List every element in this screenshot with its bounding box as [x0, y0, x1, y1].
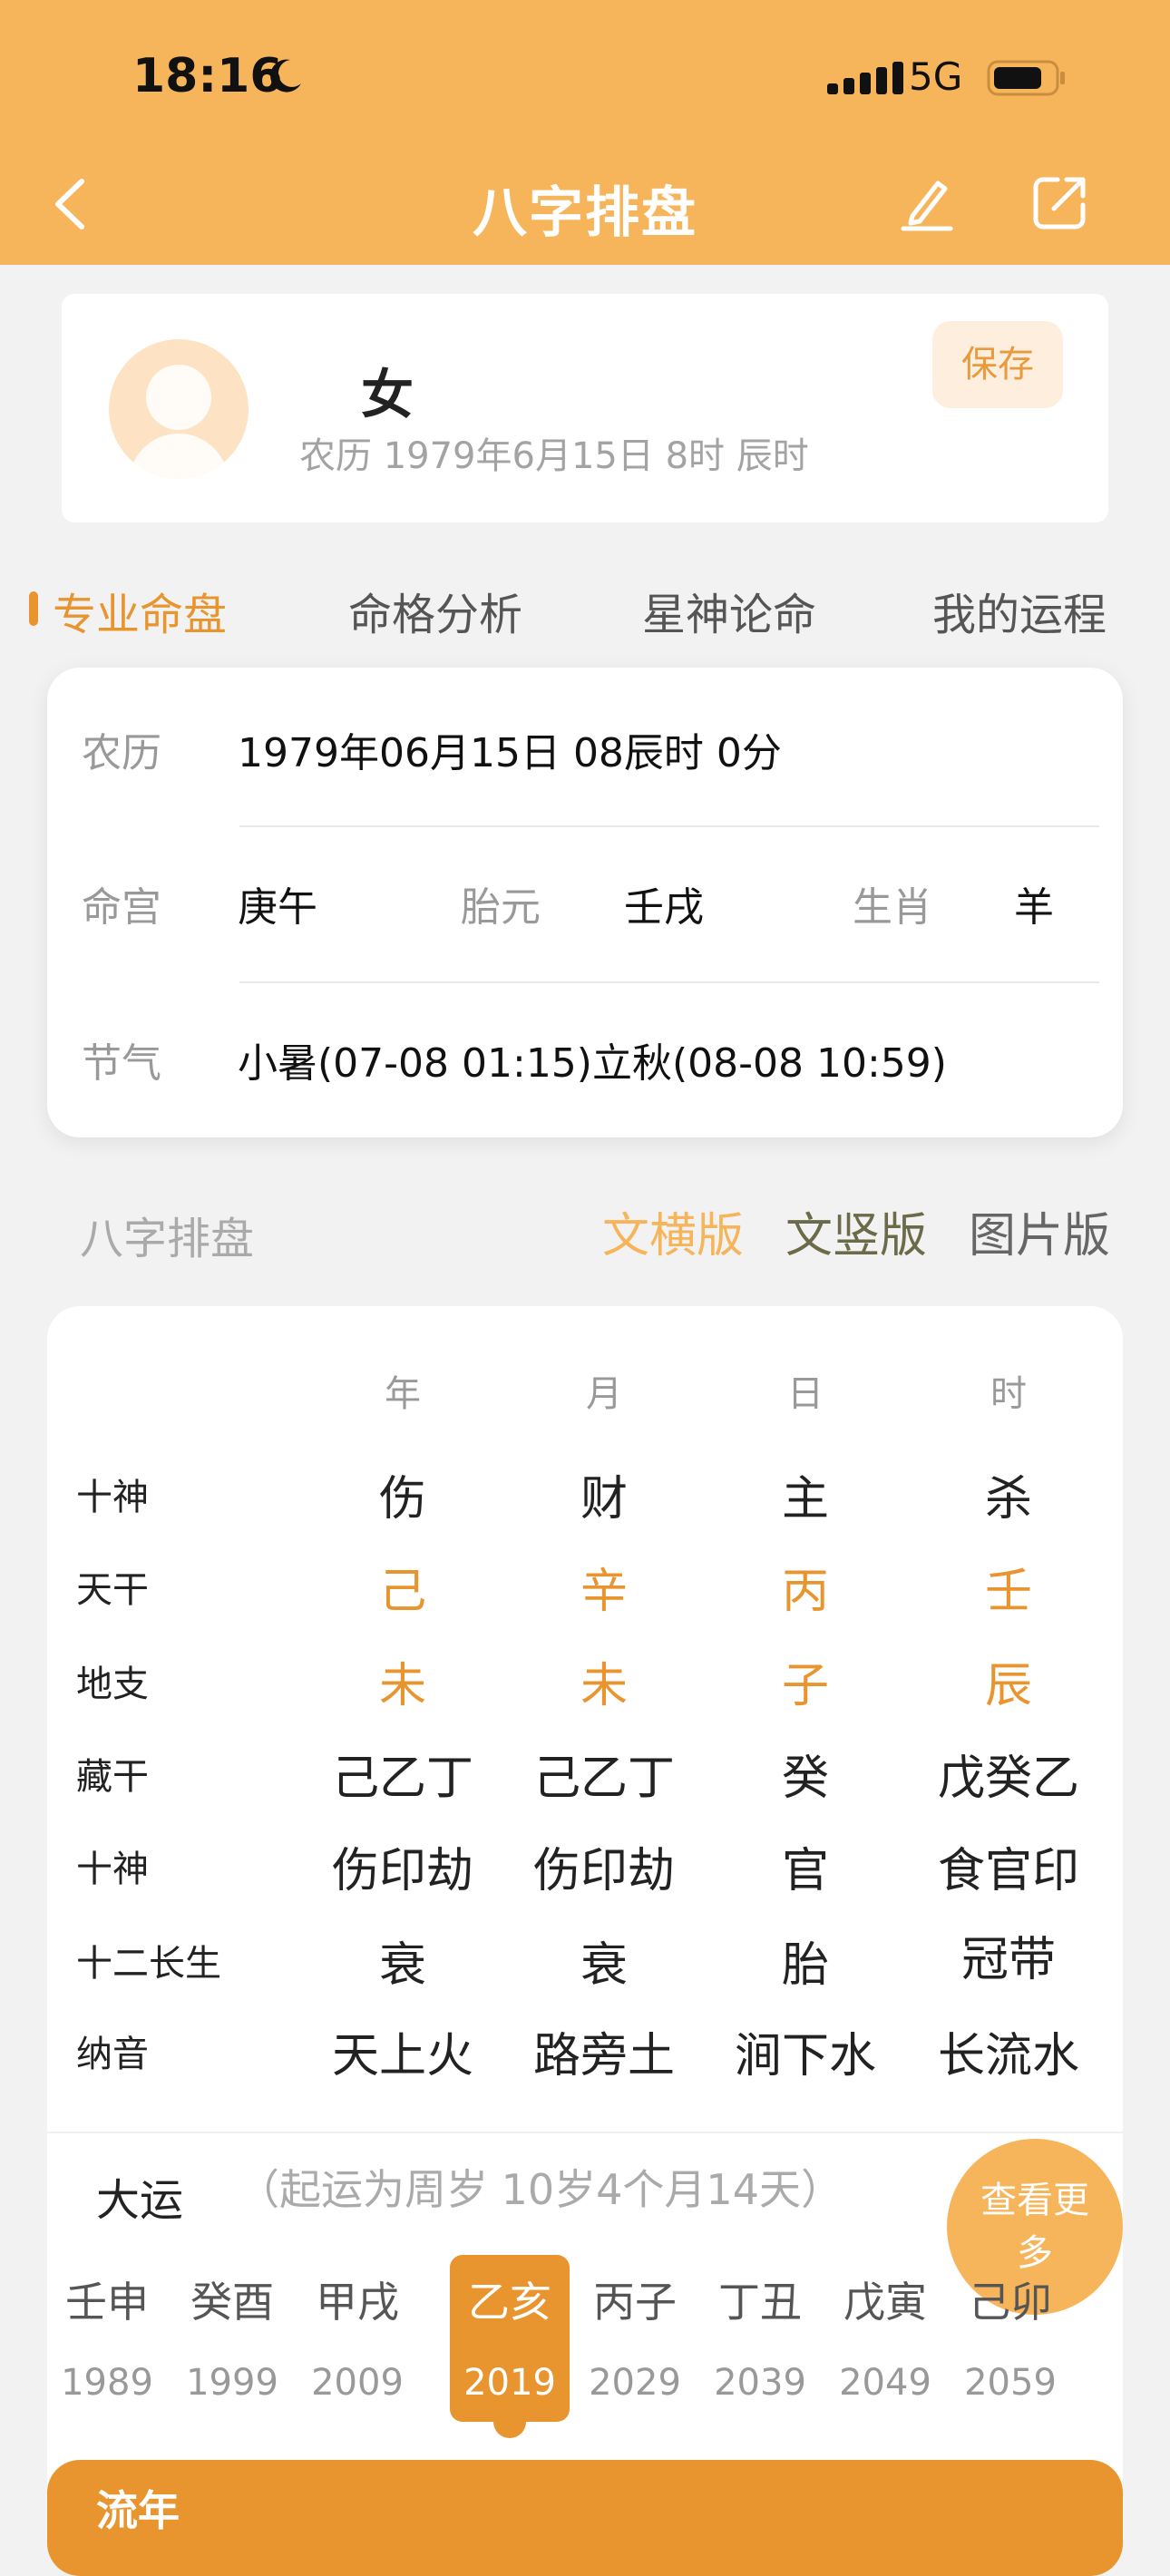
liunian-bar[interactable]: 流年 [47, 2460, 1123, 2576]
dayun-item-year[interactable]: 2009 [297, 2362, 417, 2404]
liunian-label: 流年 [96, 2486, 180, 2535]
cell-shishen2-day: 官 [781, 1844, 829, 1898]
cell-dizhi-hour: 辰 [984, 1659, 1032, 1713]
cell-changsheng-day: 胎 [781, 1938, 829, 1993]
cell-changsheng-hour: 冠带 [960, 1933, 1056, 1987]
status-time: 18:16 [132, 49, 283, 103]
cell-shishen-month: 财 [580, 1472, 628, 1527]
lunar-value: 1979年06月15日 08辰时 0分 [238, 730, 782, 776]
row-label-tiangan: 天干 [76, 1569, 149, 1611]
row-label-shishen: 十神 [76, 1477, 149, 1518]
column-month: 月 [586, 1373, 622, 1415]
network-type: 5G [909, 54, 963, 99]
active-tab-indicator [29, 591, 38, 626]
cell-canggan-month: 己乙丁 [532, 1751, 675, 1806]
dayun-item-ganzhi[interactable]: 癸酉 [172, 2269, 292, 2329]
dayun-item-ganzhi[interactable]: 丁丑 [700, 2269, 820, 2329]
tab-star-god[interactable]: 星神论命 [642, 579, 816, 642]
cell-dizhi-month: 未 [580, 1659, 628, 1713]
dayun-item-year[interactable]: 2049 [825, 2362, 945, 2404]
taiyuan-value: 壬戌 [624, 884, 704, 931]
app-header: 18:16 5G 八字排盘 [0, 0, 1170, 265]
divider [47, 2132, 1123, 2133]
row-label-changsheng: 十二长生 [76, 1943, 221, 1985]
cell-nayin-day: 涧下水 [734, 2029, 876, 2083]
gender-label: 女 [361, 364, 414, 425]
dayun-item-ganzhi[interactable]: 丙子 [575, 2269, 695, 2329]
cell-nayin-month: 路旁土 [532, 2029, 675, 2083]
cell-shishen-year: 伤 [378, 1472, 426, 1527]
dayun-title: 大运 [96, 2175, 184, 2226]
jieqi-label: 节气 [82, 1040, 161, 1087]
divider [239, 825, 1099, 827]
cell-canggan-hour: 戊癸乙 [937, 1751, 1079, 1806]
minggong-label: 命宫 [82, 884, 161, 931]
edit-icon[interactable] [900, 174, 954, 232]
cell-canggan-day: 癸 [781, 1751, 829, 1806]
battery-icon [987, 60, 1065, 96]
cell-shishen2-year: 伤印劫 [331, 1844, 473, 1898]
dayun-item-year[interactable]: 2029 [575, 2362, 695, 2404]
dayun-item-ganzhi[interactable]: 戊寅 [825, 2269, 945, 2329]
row-label-nayin: 纳音 [76, 2034, 149, 2075]
cell-dizhi-day: 子 [781, 1659, 829, 1713]
cell-canggan-year: 己乙丁 [331, 1751, 473, 1806]
dayun-item-ganzhi[interactable]: 己卯 [951, 2269, 1070, 2329]
tab-my-fortune[interactable]: 我的运程 [932, 579, 1107, 642]
bazi-section-title: 八字排盘 [80, 1214, 255, 1264]
signal-icon [827, 62, 903, 94]
cell-tiangan-hour: 壬 [984, 1565, 1032, 1619]
profile-card: 女 农历 1979年6月15日 8时 辰时 保存 [62, 294, 1108, 522]
row-label-dizhi: 地支 [76, 1664, 149, 1705]
column-year: 年 [385, 1373, 421, 1415]
cell-changsheng-month: 衰 [580, 1938, 628, 1993]
page-title: 八字排盘 [473, 181, 697, 245]
dayun-item-ganzhi[interactable]: 甲戌 [297, 2269, 417, 2329]
cell-tiangan-year: 己 [378, 1565, 426, 1619]
dayun-start-note: （起运为周岁 10岁4个月14天） [238, 2165, 843, 2214]
row-label-canggan: 藏干 [76, 1756, 149, 1798]
version-horizontal-text[interactable]: 文横版 [602, 1197, 744, 1265]
dayun-item-ganzhi[interactable]: 壬申 [47, 2269, 167, 2329]
birth-lunar-date: 农历 1979年6月15日 8时 辰时 [299, 435, 809, 477]
column-hour: 时 [990, 1373, 1027, 1415]
dayun-item-year[interactable]: 2059 [951, 2362, 1070, 2404]
cell-changsheng-year: 衰 [378, 1938, 426, 1993]
save-button[interactable]: 保存 [932, 321, 1063, 408]
version-image[interactable]: 图片版 [969, 1197, 1110, 1265]
moon-icon [270, 59, 301, 93]
tab-professional-chart[interactable]: 专业命盘 [53, 579, 227, 642]
cell-shishen-day: 主 [781, 1472, 829, 1527]
shengxiao-value: 羊 [1014, 884, 1054, 931]
dayun-item-year[interactable]: 2039 [700, 2362, 820, 2404]
cell-tiangan-day: 丙 [781, 1565, 829, 1619]
shengxiao-label: 生肖 [853, 884, 932, 931]
tab-destiny-analysis[interactable]: 命格分析 [348, 579, 522, 642]
cell-shishen2-month: 伤印劫 [532, 1844, 675, 1898]
version-vertical-text[interactable]: 文竖版 [785, 1197, 927, 1265]
view-more-label: 查看更多 [980, 2180, 1089, 2274]
dayun-item-year[interactable]: 1989 [47, 2362, 167, 2404]
cell-dizhi-year: 未 [378, 1659, 426, 1713]
cell-nayin-year: 天上火 [331, 2029, 473, 2083]
row-label-shishen-hidden: 十神 [76, 1849, 149, 1890]
divider [239, 981, 1099, 983]
cell-shishen2-hour: 食官印 [937, 1844, 1079, 1898]
minggong-value: 庚午 [238, 884, 317, 931]
avatar [109, 339, 249, 479]
cell-nayin-hour: 长流水 [937, 2029, 1079, 2083]
lunar-label: 农历 [82, 730, 161, 776]
dayun-item-ganzhi-selected[interactable]: 乙亥 [450, 2269, 570, 2329]
share-icon[interactable] [1030, 174, 1088, 232]
column-day: 日 [787, 1373, 824, 1415]
dayun-selected-pointer [493, 2415, 526, 2438]
dayun-item-year-selected[interactable]: 2019 [450, 2362, 570, 2404]
jieqi-value: 小暑(07-08 01:15)立秋(08-08 10:59) [238, 1040, 947, 1087]
cell-shishen-hour: 杀 [984, 1472, 1032, 1527]
dayun-item-year[interactable]: 1999 [172, 2362, 292, 2404]
bazi-chart-card: 年 月 日 时 十神 伤 财 主 杀 天干 己 辛 丙 壬 地支 未 未 子 辰… [47, 1306, 1123, 2576]
birth-info-card: 农历 1979年06月15日 08辰时 0分 命宫 庚午 胎元 壬戌 生肖 羊 … [47, 668, 1123, 1137]
cell-tiangan-month: 辛 [580, 1565, 628, 1619]
taiyuan-label: 胎元 [461, 884, 541, 931]
